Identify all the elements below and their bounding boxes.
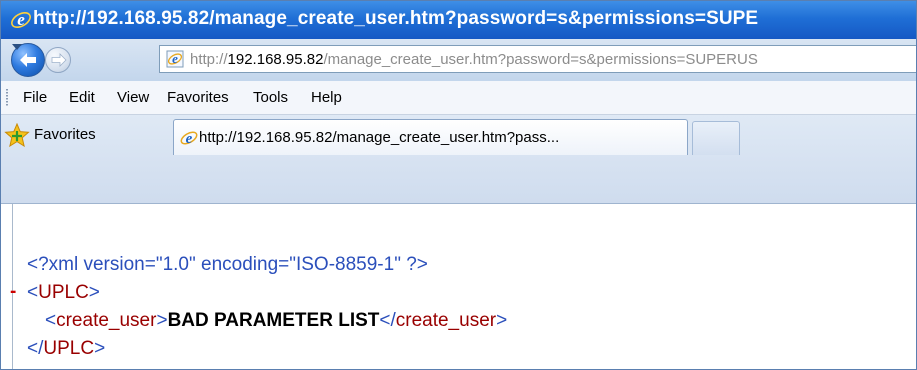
xml-tag-name: UPLC [38,282,89,303]
tab-label: http://192.168.95.82/manage_create_user.… [199,129,560,146]
xml-bracket: < [45,310,57,331]
address-bar[interactable]: e http://192.168.95.82/manage_create_use… [159,45,916,73]
xml-root-open: <UPLC> [27,282,100,304]
collapse-toggle[interactable]: - [10,281,16,303]
navigation-bar: e http://192.168.95.82/manage_create_use… [1,39,916,82]
xml-bracket: > [88,282,100,303]
menu-view[interactable]: View [117,89,149,106]
menu-bar: File Edit View Favorites Tools Help [1,81,916,115]
chevron-down-icon[interactable] [11,43,23,51]
xml-bracket: > [496,310,508,331]
ie-page-icon: e [180,131,198,147]
xml-bracket: > [156,310,168,331]
url-path: /manage_create_user.htm?password=s&permi… [323,51,758,68]
xml-tag-name: UPLC [43,338,95,359]
xml-tag-name: create_user [395,310,497,331]
star-icon [4,123,30,147]
page-content: <?xml version="1.0" encoding="ISO-8859-1… [1,203,916,369]
nav-buttons [11,43,151,77]
svg-text:e: e [17,10,25,29]
tab-bar: Favorites e http://192.168.95.82/manage_… [1,115,916,203]
url-scheme: http:// [190,51,228,68]
title-bar: e http://192.168.95.82/manage_create_use… [1,1,916,39]
favorites-button[interactable]: Favorites [4,121,154,151]
menu-tools[interactable]: Tools [253,89,288,106]
tab-current[interactable]: e http://192.168.95.82/manage_create_use… [173,119,688,155]
back-arrow-icon [20,53,36,67]
browser-window: e http://192.168.95.82/manage_create_use… [0,0,917,370]
xml-text-value: BAD PARAMETER LIST [167,310,380,331]
xml-bracket: </ [379,310,396,331]
window-title: http://192.168.95.82/manage_create_user.… [33,8,759,29]
new-tab-button[interactable] [692,121,740,155]
xml-bracket: </ [27,338,44,359]
xml-bracket: < [27,282,39,303]
menu-favorites[interactable]: Favorites [167,89,229,106]
menu-help[interactable]: Help [311,89,342,106]
ie-page-icon: e [166,50,184,68]
svg-text:e: e [172,51,178,66]
favorites-label: Favorites [34,126,96,143]
xml-declaration: <?xml version="1.0" encoding="ISO-8859-1… [27,254,428,275]
address-url[interactable]: http://192.168.95.82/manage_create_user.… [190,51,758,68]
toolbar-grip[interactable] [6,89,8,107]
forward-arrow-icon [51,53,67,67]
menu-file[interactable]: File [23,89,47,106]
xml-tag-name: create_user [56,310,157,331]
nav-arrows-icon [20,53,67,67]
menu-edit[interactable]: Edit [69,89,95,106]
ie-logo-icon: e [11,10,31,29]
url-host: 192.168.95.82 [227,51,324,68]
xml-root-close: </UPLC> [27,338,105,360]
xml-child-element: <create_user>BAD PARAMETER LIST</create_… [45,310,507,332]
svg-text:e: e [186,131,193,147]
xml-bracket: > [94,338,106,359]
